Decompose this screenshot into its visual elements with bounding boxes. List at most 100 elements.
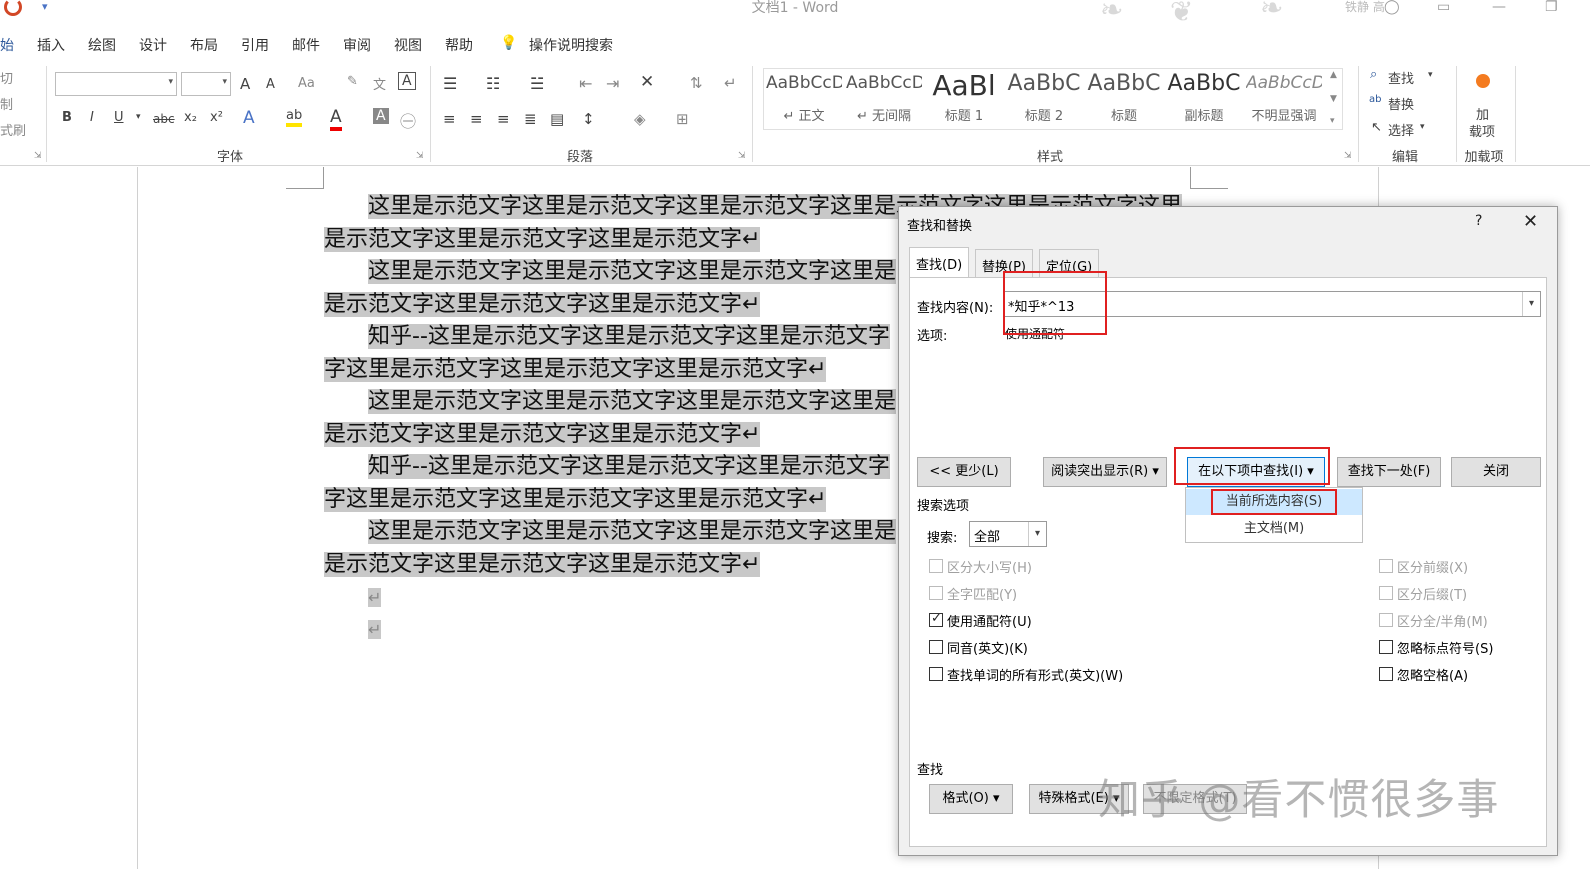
reading-highlight-button[interactable]: 阅读突出显示(R) ▾ (1043, 457, 1167, 487)
doc-line[interactable]: 这里是示范文字这里是示范文字这里是示范文字这里是 (368, 256, 897, 288)
borders-icon[interactable]: ⊞ (676, 110, 689, 128)
find-button[interactable]: 查找 (1388, 68, 1414, 87)
user-avatar-icon[interactable]: ◯ (1384, 0, 1400, 14)
decrease-indent-icon[interactable]: ⇤ (579, 74, 592, 93)
menu-item-main-document[interactable]: 主文档(M) (1186, 516, 1362, 542)
gallery-more-icon[interactable]: ▾ (1330, 116, 1335, 126)
tab-draw[interactable]: 绘图 (88, 35, 116, 55)
tab-references[interactable]: 引用 (241, 35, 269, 55)
ignore-punctuation-checkbox[interactable] (1379, 640, 1393, 654)
sounds-like-checkbox[interactable] (929, 640, 943, 654)
font-color-icon[interactable]: A (330, 107, 342, 131)
ignore-spaces-checkbox[interactable] (1379, 667, 1393, 681)
style-heading-2[interactable]: AaBbC 标题 2 (1006, 69, 1082, 127)
whole-word-checkbox[interactable] (929, 586, 943, 600)
italic-button[interactable]: I (90, 110, 94, 125)
wildcards-checkbox[interactable]: ✓ (929, 611, 943, 627)
dialog-close-button[interactable]: ✕ (1523, 211, 1538, 232)
match-case-checkbox[interactable] (929, 559, 943, 573)
chevron-down-icon[interactable]: ▾ (1428, 70, 1433, 80)
gallery-up-icon[interactable]: ▲ (1330, 70, 1337, 80)
copy-button[interactable]: 制 (0, 94, 13, 113)
distributed-icon[interactable]: ▤ (550, 110, 564, 128)
chevron-down-icon[interactable]: ▾ (1522, 292, 1540, 316)
doc-line[interactable]: 这里是示范文字这里是示范文字这里是示范文字这里是 (368, 386, 897, 418)
subscript-button[interactable]: x₂ (184, 110, 197, 125)
align-left-icon[interactable]: ≡ (443, 110, 456, 128)
bold-button[interactable]: B (62, 110, 72, 125)
paragraph-launcher-icon[interactable]: ⇲ (738, 151, 746, 161)
multilevel-list-icon[interactable]: ☱ (530, 74, 544, 93)
text-effects-icon[interactable]: A (243, 108, 255, 128)
doc-line[interactable]: 知乎--这里是示范文字这里是示范文字这里是示范文字 (368, 321, 890, 353)
align-center-icon[interactable]: ≡ (470, 110, 483, 128)
style-subtitle[interactable]: AaBbC 副标题 (1166, 69, 1242, 127)
font-name-combo[interactable]: ▾ (55, 72, 177, 96)
doc-line[interactable]: 是示范文字这里是示范文字这里是示范文字↵ (324, 224, 761, 256)
restore-icon[interactable]: ❐ (1545, 0, 1558, 14)
show-marks-icon[interactable]: ↵ (724, 74, 737, 92)
format-painter-button[interactable]: 式刷 (0, 120, 26, 139)
clipboard-launcher-icon[interactable]: ⇲ (34, 151, 42, 161)
highlight-color-icon[interactable]: ab (286, 108, 303, 127)
less-button[interactable]: << 更少(L) (917, 457, 1011, 487)
grow-font-button[interactable]: A (240, 75, 250, 93)
doc-line[interactable]: 是示范文字这里是示范文字这里是示范文字↵ (324, 289, 761, 321)
style-no-spacing[interactable]: AaBbCcDc ↵ 无间隔 (846, 69, 922, 127)
tab-home[interactable]: 始 (0, 35, 14, 55)
doc-line[interactable]: 字这里是示范文字这里是示范文字这里是示范文字↵ (324, 484, 827, 516)
tab-layout[interactable]: 布局 (190, 35, 218, 55)
tab-find[interactable]: 查找(D) (909, 247, 970, 278)
tell-me-search[interactable]: 操作说明搜索 (529, 35, 613, 55)
increase-indent-icon[interactable]: ⇥ (606, 74, 619, 93)
ribbon-display-icon[interactable]: ▭ (1437, 0, 1450, 14)
find-next-button[interactable]: 查找下一处(F) (1337, 457, 1441, 487)
select-button[interactable]: 选择 (1388, 120, 1414, 139)
font-size-combo[interactable]: ▾ (181, 72, 231, 96)
enclose-characters-icon[interactable]: ㊀ (400, 108, 416, 132)
doc-line[interactable]: ↵ (368, 613, 382, 646)
tab-mailings[interactable]: 邮件 (292, 35, 320, 55)
addins-icon[interactable] (1476, 74, 1490, 88)
help-button[interactable]: ? (1475, 213, 1482, 229)
find-in-button[interactable]: 在以下项中查找(I) ▾ (1187, 457, 1325, 487)
cut-button[interactable]: 切 (0, 68, 13, 87)
clear-format-icon[interactable]: ✎ (347, 74, 358, 89)
replace-button[interactable]: 替换 (1388, 94, 1414, 113)
justify-icon[interactable]: ≣ (524, 110, 537, 128)
character-border-icon[interactable]: A (398, 72, 416, 90)
sort-icon[interactable]: ⇅ (690, 74, 703, 92)
doc-line[interactable]: 知乎--这里是示范文字这里是示范文字这里是示范文字 (368, 451, 890, 483)
chevron-down-icon[interactable]: ▾ (1028, 522, 1046, 546)
styles-launcher-icon[interactable]: ⇲ (1344, 151, 1352, 161)
format-button[interactable]: 格式(O) ▾ (929, 784, 1013, 814)
chevron-down-icon[interactable]: ▾ (136, 112, 141, 122)
style-subtle-emphasis[interactable]: AaBbCcDc 不明显强调 (1246, 69, 1322, 127)
tab-view[interactable]: 视图 (394, 35, 422, 55)
tab-replace[interactable]: 替换(P) (975, 249, 1033, 277)
match-suffix-checkbox[interactable] (1379, 586, 1393, 600)
menu-item-current-selection[interactable]: 当前所选内容(S) (1186, 489, 1362, 515)
asian-layout-icon[interactable]: ✕ (640, 72, 654, 92)
character-shading-icon[interactable]: A (373, 108, 389, 124)
doc-line[interactable]: 是示范文字这里是示范文字这里是示范文字↵ (324, 549, 761, 581)
line-spacing-icon[interactable]: ↕ (582, 110, 595, 128)
font-launcher-icon[interactable]: ⇲ (416, 151, 424, 161)
phonetic-guide-icon[interactable]: 文 (373, 74, 386, 93)
tab-goto[interactable]: 定位(G) (1039, 249, 1100, 277)
user-name[interactable]: 铁静 高 (1345, 0, 1385, 14)
tab-insert[interactable]: 插入 (37, 35, 65, 55)
addins-button-line2[interactable]: 载项 (1469, 121, 1495, 140)
tab-design[interactable]: 设计 (139, 35, 167, 55)
numbering-icon[interactable]: ☷ (486, 74, 500, 93)
full-half-width-checkbox[interactable] (1379, 613, 1393, 627)
search-direction-select[interactable]: 全部 ▾ (969, 521, 1047, 547)
style-normal[interactable]: AaBbCcDc ↵ 正文 (766, 69, 842, 127)
close-button[interactable]: 关闭 (1451, 457, 1541, 487)
gallery-down-icon[interactable]: ▼ (1330, 94, 1337, 104)
tab-review[interactable]: 审阅 (343, 35, 371, 55)
shading-icon[interactable]: ◈ (634, 110, 646, 128)
change-case-button[interactable]: Aa (298, 76, 315, 91)
find-what-input[interactable]: *知乎*^13 ▾ (1003, 291, 1541, 317)
doc-line[interactable]: 是示范文字这里是示范文字这里是示范文字↵ (324, 419, 761, 451)
